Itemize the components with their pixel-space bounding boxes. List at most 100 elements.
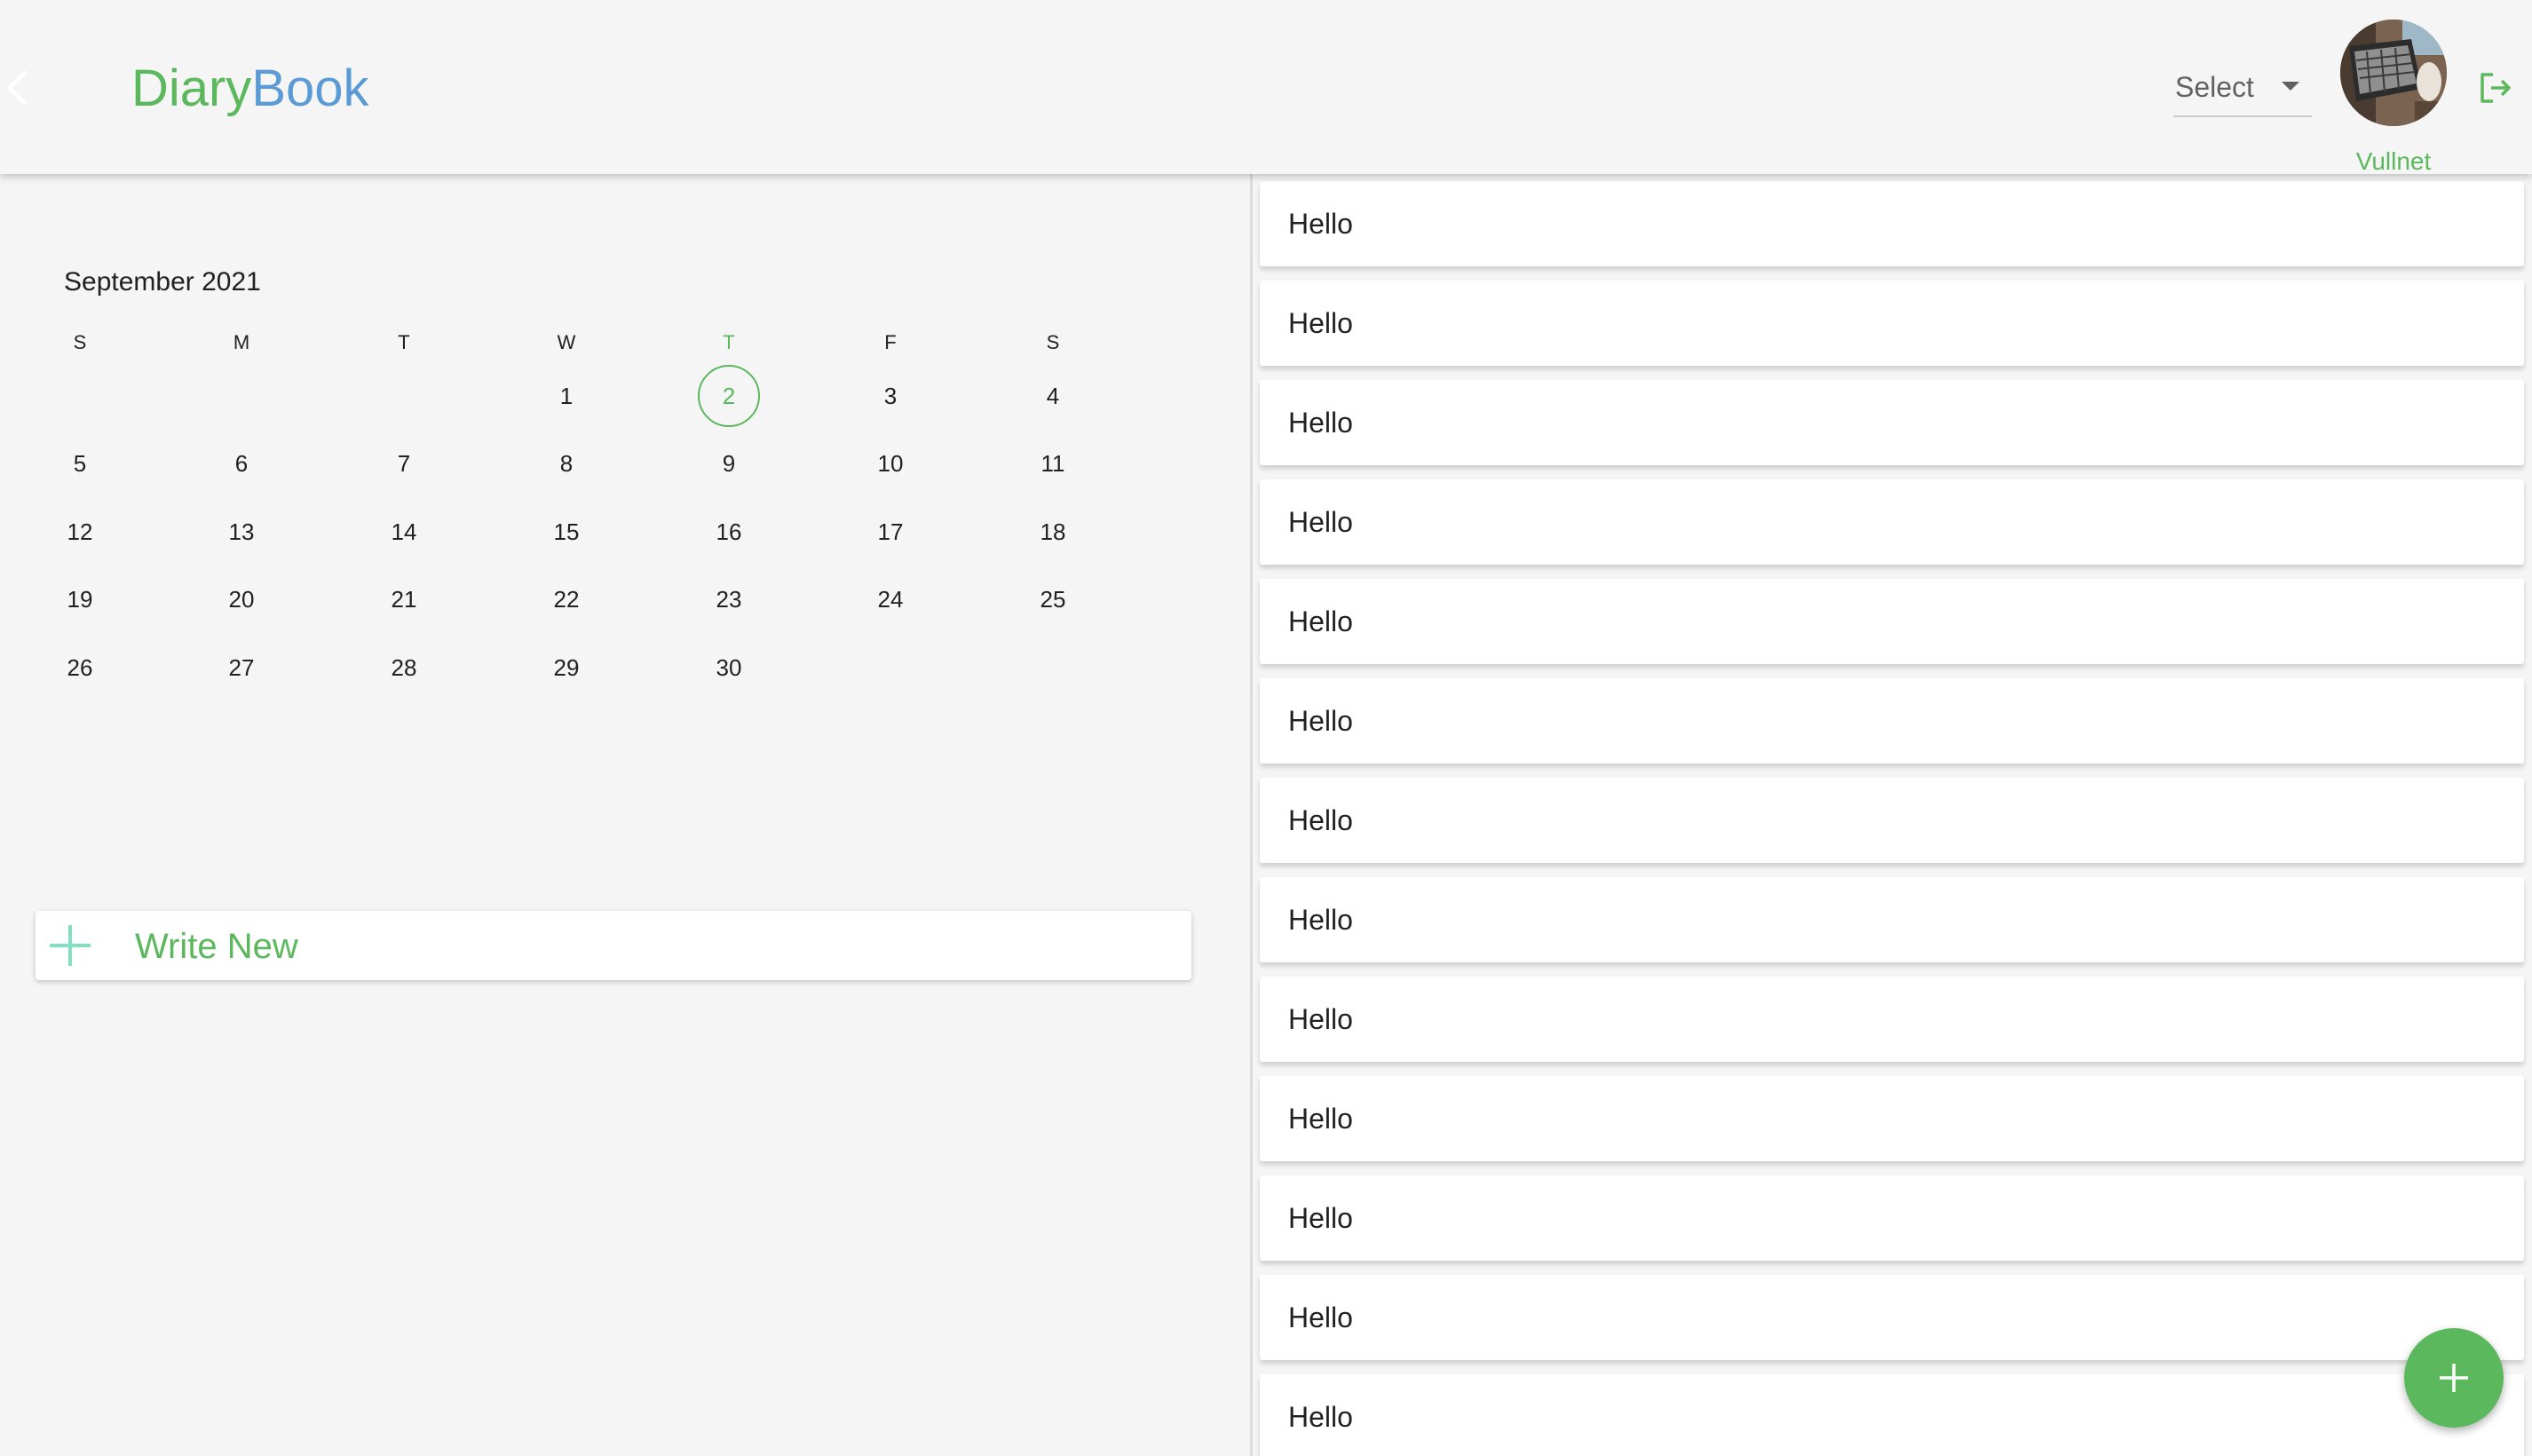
calendar-day[interactable]: 25 [1017,567,1088,631]
calendar-day-number: 23 [716,586,742,613]
back-button[interactable] [2,67,34,108]
calendar-day-number: 14 [391,518,417,545]
entry-card[interactable]: Hello [1260,977,2524,1062]
calendar-day-number: 25 [1040,586,1066,613]
calendar-day[interactable]: 13 [206,500,277,564]
avatar[interactable] [2340,20,2447,126]
calendar-day-number: 13 [228,518,255,545]
calendar-day[interactable]: 3 [855,364,926,428]
calendar-day[interactable]: 11 [1017,431,1088,495]
weekday-header: T [398,331,410,353]
calendar-day-number: 1 [559,383,574,409]
calendar-day-number: 21 [391,586,417,613]
calendar-day[interactable]: 7 [368,431,439,495]
entry-card[interactable]: Hello [1260,380,2524,465]
entry-card[interactable]: Hello [1260,181,2524,266]
calendar-day[interactable]: 28 [368,636,439,700]
entry-card[interactable]: Hello [1260,877,2524,962]
calendar-day-number: 20 [228,586,255,613]
calendar-day[interactable]: 16 [693,500,764,564]
calendar-day[interactable]: 18 [1017,500,1088,564]
calendar-day-number: 2 [698,365,760,427]
calendar-day-number: 18 [1040,518,1066,545]
write-new-button[interactable]: Write New [36,911,1191,980]
weekday-header: T [723,331,735,353]
entry-title: Hello [1288,1103,1353,1135]
calendar-day[interactable]: 9 [693,431,764,495]
caret-down-icon [2282,82,2299,91]
calendar-empty-cell [855,636,926,700]
calendar-day-number: 22 [553,586,580,613]
calendar-day[interactable]: 1 [531,364,602,428]
entry-card[interactable]: Hello [1260,281,2524,366]
calendar-day[interactable]: 27 [206,636,277,700]
entry-card[interactable]: Hello [1260,678,2524,764]
entry-title: Hello [1288,1302,1353,1333]
logout-button[interactable] [2477,69,2514,107]
calendar-day-today[interactable]: 2 [693,364,764,428]
calendar-day-number: 12 [67,518,93,545]
calendar-day[interactable]: 4 [1017,364,1088,428]
calendar-day[interactable]: 23 [693,567,764,631]
plus-icon [2440,1364,2468,1392]
calendar-day-number: 9 [722,450,736,477]
calendar-day[interactable]: 21 [368,567,439,631]
calendar-day-number: 5 [73,450,87,477]
entry-title: Hello [1288,208,1353,240]
avatar-photo [2340,20,2447,126]
write-new-label: Write New [135,927,298,966]
calendar-day[interactable]: 24 [855,567,926,631]
entry-title: Hello [1288,1202,1353,1234]
calendar-empty-cell [44,364,115,428]
calendar-day[interactable]: 17 [855,500,926,564]
calendar-day[interactable]: 12 [44,500,115,564]
logo-text-diary: Diary [131,59,252,117]
calendar-day[interactable]: 8 [531,431,602,495]
chevron-left-icon [6,70,28,106]
calendar-day-number: 7 [397,450,411,477]
logo-text-book: Book [251,59,369,117]
calendar-empty-cell [368,364,439,428]
entry-card[interactable]: Hello [1260,1374,2524,1456]
calendar-day[interactable]: 15 [531,500,602,564]
calendar-day[interactable]: 29 [531,636,602,700]
calendar-day[interactable]: 26 [44,636,115,700]
calendar-day[interactable]: 22 [531,567,602,631]
weekday-header: S [73,331,87,353]
calendar-day[interactable]: 30 [693,636,764,700]
calendar-day[interactable]: 19 [44,567,115,631]
calendar-day-number: 8 [559,450,574,477]
entry-title: Hello [1288,307,1353,339]
calendar-day[interactable]: 5 [44,431,115,495]
calendar-day[interactable]: 6 [206,431,277,495]
entry-title: Hello [1288,804,1353,836]
entry-card[interactable]: Hello [1260,479,2524,565]
entry-title: Hello [1288,1401,1353,1433]
entry-card[interactable]: Hello [1260,1175,2524,1261]
entry-card[interactable]: Hello [1260,778,2524,863]
calendar-day-number: 30 [716,654,742,681]
entry-title: Hello [1288,605,1353,637]
calendar-day-number: 3 [883,383,898,409]
entry-card[interactable]: Hello [1260,579,2524,664]
entry-title: Hello [1288,407,1353,439]
calendar-day-number: 11 [1040,450,1065,477]
app-header: DiaryBook Select Vullnet [0,0,2532,175]
calendar-day[interactable]: 10 [855,431,926,495]
add-entry-fab[interactable] [2404,1328,2504,1428]
weekday-header: W [557,331,576,353]
username-label: Vullnet [2355,147,2432,175]
entry-list[interactable]: Hello Hello Hello Hello Hello Hello Hello Hello… [1253,174,2532,1456]
calendar-day-number: 15 [553,518,580,545]
calendar-day-number: 19 [67,586,93,613]
logout-icon [2481,73,2511,103]
entry-title: Hello [1288,506,1353,538]
calendar-day[interactable]: 14 [368,500,439,564]
entry-card[interactable]: Hello [1260,1275,2524,1360]
select-dropdown[interactable]: Select [2173,62,2312,117]
entry-card[interactable]: Hello [1260,1076,2524,1161]
calendar-day-number: 17 [877,518,904,545]
calendar-day[interactable]: 20 [206,567,277,631]
calendar-day-number: 26 [67,654,93,681]
entry-title: Hello [1288,1003,1353,1035]
